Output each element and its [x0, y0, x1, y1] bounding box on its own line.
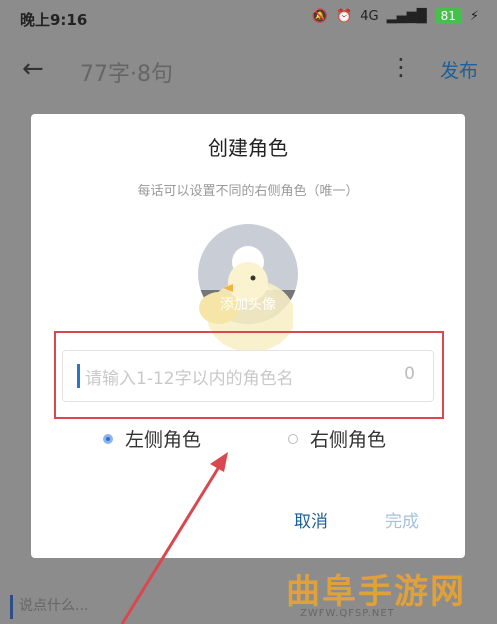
watermark-text: 曲阜手游网 [286, 572, 466, 612]
watermark-url: ZWFW.QFSP.NET [300, 608, 395, 619]
watermark: 曲阜手游网 ZWFW.QFSP.NET [282, 564, 493, 620]
annotation-arrow-icon [120, 452, 228, 624]
